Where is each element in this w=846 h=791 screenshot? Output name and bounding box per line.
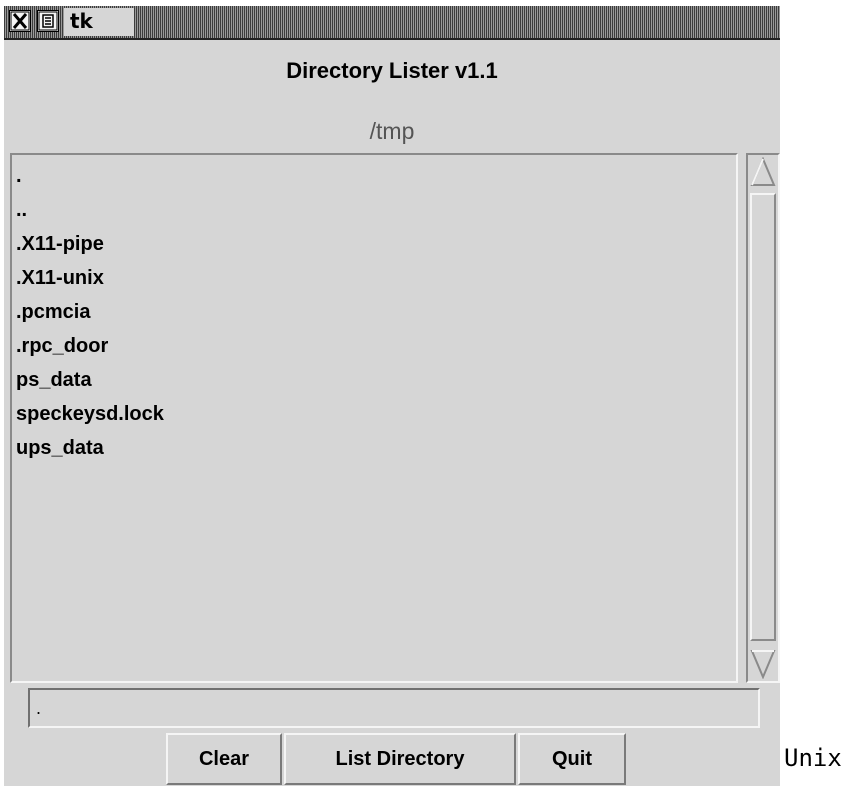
directory-entry-field[interactable] [28, 688, 760, 728]
window-menu-icon[interactable] [37, 10, 59, 32]
scrollbar-thumb[interactable] [750, 193, 776, 641]
title-bar[interactable]: tk [4, 6, 780, 40]
caption-text: Unix [784, 744, 842, 772]
list-item[interactable]: ups_data [16, 431, 104, 465]
tk-window: tk Directory Lister v1.1 /tmp . .. .X11-… [4, 6, 780, 786]
directory-listbox[interactable]: . .. .X11-pipe .X11-unix .pcmcia .rpc_do… [10, 153, 738, 683]
clear-button[interactable]: Clear [166, 733, 282, 785]
scroll-down-arrow-icon[interactable] [750, 649, 776, 680]
close-x-icon[interactable] [9, 10, 31, 32]
quit-button[interactable]: Quit [518, 733, 626, 785]
scroll-up-arrow-icon[interactable] [750, 156, 776, 187]
list-directory-button[interactable]: List Directory [284, 733, 516, 785]
list-item[interactable]: speckeysd.lock [16, 397, 164, 431]
app-heading: Directory Lister v1.1 [286, 58, 498, 83]
list-item[interactable]: . [16, 159, 22, 193]
list-item[interactable]: .X11-pipe [16, 227, 104, 261]
vertical-scrollbar[interactable] [746, 153, 780, 683]
window-title: tk [70, 9, 93, 33]
list-item[interactable]: .X11-unix [16, 261, 104, 295]
current-path-label: /tmp [369, 118, 415, 144]
list-item[interactable]: .. [16, 193, 27, 227]
list-item[interactable]: .pcmcia [16, 295, 90, 329]
list-item[interactable]: ps_data [16, 363, 92, 397]
list-item[interactable]: .rpc_door [16, 329, 108, 363]
